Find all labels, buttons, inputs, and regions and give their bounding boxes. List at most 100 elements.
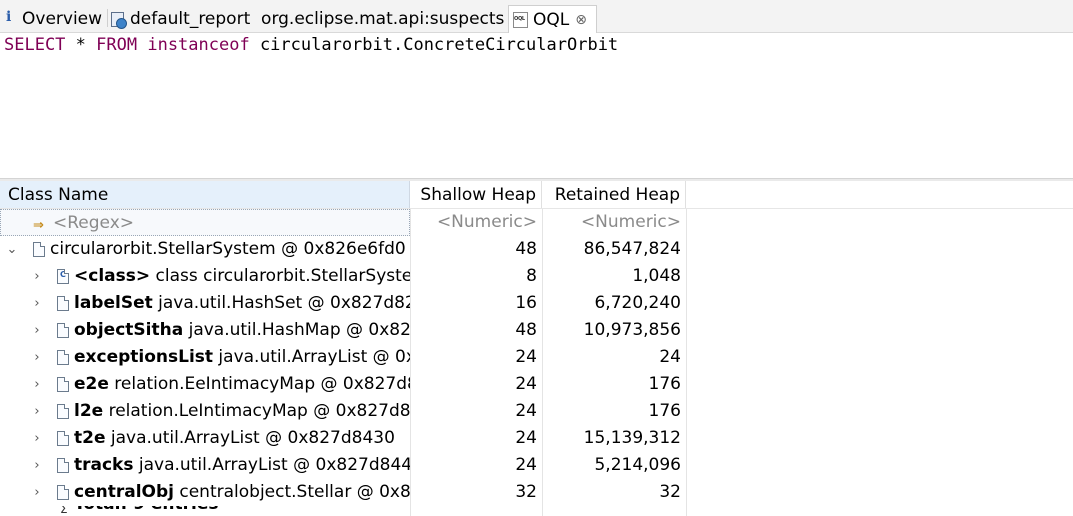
field-name-text: e2e relation.EeIntimacyMap @ 0x827d83a0	[74, 371, 410, 398]
retained-heap-cell: 1,048	[632, 266, 681, 286]
tab-oql-label: OQL	[533, 9, 570, 30]
object-description: centralobject.Stellar @ 0x827d8460	[179, 482, 410, 502]
class-name-cell: ⌄ circularorbit.StellarSystem @ 0x826e6f…	[0, 236, 410, 263]
retained-heap-cell: 86,547,824	[583, 239, 681, 259]
object-description: java.util.HashSet @ 0x827d8248	[152, 293, 410, 313]
report-icon	[110, 11, 127, 29]
total-row: Σ Total: 9 entries	[0, 506, 1073, 516]
shallow-heap-filter[interactable]: <Numeric>	[410, 209, 542, 236]
expand-chevron-icon[interactable]: ›	[30, 263, 44, 290]
expand-chevron-icon[interactable]: ›	[30, 479, 44, 506]
class-name-filter[interactable]: ⇒ <Regex>	[0, 209, 410, 236]
field-name-text: <class> class circularorbit.StellarSyste…	[74, 263, 410, 290]
object-icon	[57, 485, 69, 500]
query-text[interactable]: SELECT * FROM instanceof circularorbit.C…	[4, 35, 618, 55]
field-name-text: objectSitha java.util.HashMap @ 0x827d82…	[74, 317, 410, 344]
field-name: centralObj	[74, 482, 174, 502]
expand-chevron-icon[interactable]: ›	[30, 371, 44, 398]
column-header-shallow-heap[interactable]: Shallow Heap	[410, 181, 542, 209]
retained-heap-cell: 32	[659, 482, 681, 502]
class-name-cell: › objectSitha java.util.HashMap @ 0x827d8…	[0, 317, 410, 344]
shallow-heap-cell: 48	[515, 320, 537, 340]
total-label: Total: 9 entries	[74, 506, 219, 514]
object-description: java.util.ArrayList @ 0x827d8288	[218, 347, 410, 367]
field-name: <class>	[74, 266, 151, 286]
column-header-class-name[interactable]: Class Name	[0, 181, 410, 209]
class-name-cell: › e2e relation.EeIntimacyMap @ 0x827d83a0	[0, 371, 410, 398]
expand-chevron-icon[interactable]: ›	[30, 290, 44, 317]
sum-icon: Σ	[60, 506, 68, 516]
filter-row: ⇒ <Regex> <Numeric> <Numeric>	[0, 209, 1073, 236]
regex-filter-text: <Regex>	[53, 213, 135, 233]
expand-chevron-icon[interactable]: ›	[30, 425, 44, 452]
field-name-text: centralObj centralobject.Stellar @ 0x827…	[74, 479, 410, 506]
class-name-cell: › centralObj centralobject.Stellar @ 0x82…	[0, 479, 410, 506]
shallow-heap-cell: 24	[515, 428, 537, 448]
close-icon[interactable]: ⊗	[575, 13, 587, 27]
retained-heap-cell: 6,720,240	[594, 293, 681, 313]
field-name-text: labelSet java.util.HashSet @ 0x827d8248	[74, 290, 410, 317]
table-row[interactable]: › objectSitha java.util.HashMap @ 0x827d8…	[0, 317, 1073, 344]
object-icon	[57, 323, 69, 338]
tab-separator	[107, 9, 108, 27]
table-row-root[interactable]: ⌄ circularorbit.StellarSystem @ 0x826e6f…	[0, 236, 1073, 263]
column-header-retained-heap[interactable]: Retained Heap	[542, 181, 686, 209]
expand-chevron-icon[interactable]: ›	[30, 452, 44, 479]
retained-heap-cell: 24	[659, 347, 681, 367]
object-description: java.util.HashMap @ 0x827d8258	[188, 320, 410, 340]
table-row[interactable]: › exceptionsList java.util.ArrayList @ 0x…	[0, 344, 1073, 371]
retained-heap-filter[interactable]: <Numeric>	[542, 209, 686, 236]
editor-tab-bar: Overview default_report org.eclipse.mat.…	[0, 0, 1073, 33]
table-row[interactable]: › centralObj centralobject.Stellar @ 0x82…	[0, 479, 1073, 506]
class-name-cell: › exceptionsList java.util.ArrayList @ 0x…	[0, 344, 410, 371]
table-row[interactable]: › <class> class circularorbit.StellarSyst…	[0, 263, 1073, 290]
oql-icon	[513, 11, 528, 28]
object-icon	[57, 350, 69, 365]
object-description: relation.EeIntimacyMap @ 0x827d83a0	[114, 374, 410, 394]
table-row[interactable]: › l2e relation.LeIntimacyMap @ 0x827d83b8…	[0, 398, 1073, 425]
tab-default-report[interactable]: default_report org.eclipse.mat.api:suspe…	[110, 5, 504, 32]
shallow-heap-cell: 16	[515, 293, 537, 313]
tab-overview-label: Overview	[22, 8, 103, 29]
table-row[interactable]: › tracks java.util.ArrayList @ 0x827d8448…	[0, 452, 1073, 479]
object-icon	[57, 404, 69, 419]
retained-heap-cell: 5,214,096	[594, 455, 681, 475]
field-name: tracks	[74, 455, 134, 475]
shallow-heap-cell: 48	[515, 239, 537, 259]
table-header: Class Name Shallow Heap Retained Heap	[0, 181, 1073, 209]
info-icon	[4, 9, 14, 28]
field-name-text: tracks java.util.ArrayList @ 0x827d8448	[74, 452, 410, 479]
object-description: java.util.ArrayList @ 0x827d8430	[105, 428, 395, 448]
table-row[interactable]: › e2e relation.EeIntimacyMap @ 0x827d83a0…	[0, 371, 1073, 398]
table-row[interactable]: › t2e java.util.ArrayList @ 0x827d8430 24 1…	[0, 425, 1073, 452]
expand-chevron-icon[interactable]: ›	[30, 344, 44, 371]
keyword-from: FROM	[96, 35, 138, 55]
field-name: e2e	[74, 374, 109, 394]
class-name-cell: › l2e relation.LeIntimacyMap @ 0x827d83b8	[0, 398, 410, 425]
object-icon	[57, 458, 69, 473]
expand-chevron-icon[interactable]: ›	[30, 317, 44, 344]
object-icon	[57, 377, 69, 392]
field-name: l2e	[74, 401, 104, 421]
tab-overview[interactable]: Overview	[4, 5, 102, 32]
object-description: java.util.ArrayList @ 0x827d8448	[133, 455, 410, 475]
shallow-heap-cell: 32	[515, 482, 537, 502]
table-row[interactable]: › labelSet java.util.HashSet @ 0x827d8248…	[0, 290, 1073, 317]
object-description: relation.LeIntimacyMap @ 0x827d83b8	[103, 401, 410, 421]
root-object-name: circularorbit.StellarSystem @ 0x826e6fd0	[50, 239, 406, 259]
shallow-heap-cell: 24	[515, 347, 537, 367]
object-description: class circularorbit.StellarSystem @ 0x82…	[155, 266, 411, 286]
field-name-text: exceptionsList java.util.ArrayList @ 0x8…	[74, 344, 410, 371]
collapse-chevron-icon[interactable]: ⌄	[5, 236, 19, 263]
keyword-select: SELECT	[4, 35, 66, 55]
oql-query-editor[interactable]: SELECT * FROM instanceof circularorbit.C…	[0, 33, 1073, 178]
expand-chevron-icon[interactable]: ›	[30, 398, 44, 425]
shallow-heap-cell: 24	[515, 374, 537, 394]
field-name: exceptionsList	[74, 347, 214, 367]
tab-oql[interactable]: OQL ⊗	[508, 5, 597, 33]
class-name-cell: › labelSet java.util.HashSet @ 0x827d8248	[0, 290, 410, 317]
object-icon	[57, 296, 69, 311]
class-name-cell: › t2e java.util.ArrayList @ 0x827d8430	[0, 425, 410, 452]
class-name-cell: › <class> class circularorbit.StellarSyst…	[0, 263, 410, 290]
object-icon	[33, 242, 45, 257]
